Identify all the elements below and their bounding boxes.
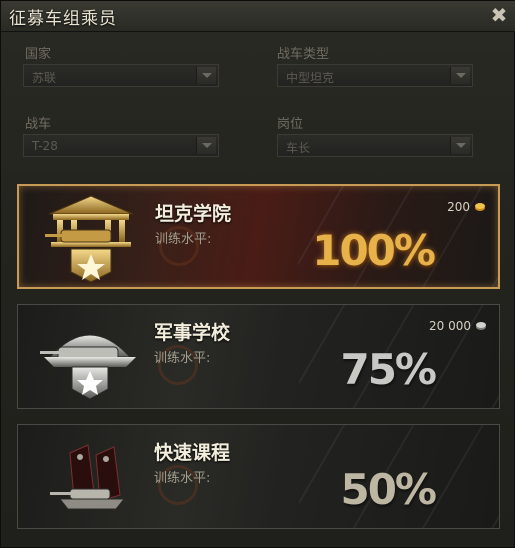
nation-select[interactable]: 苏联 — [23, 64, 219, 87]
training-level-label: 训练水平: — [154, 471, 211, 486]
training-percent: 75% — [340, 345, 437, 394]
gold-coin-icon — [475, 203, 485, 211]
price-value: 20 000 — [429, 319, 471, 333]
price-value: 200 — [447, 200, 470, 214]
vehicle-value: T-28 — [32, 139, 58, 153]
training-level-label: 训练水平: — [155, 232, 212, 247]
nation-label: 国家 — [25, 47, 52, 62]
option-quick-course[interactable]: 快速课程 训练水平: 50% — [17, 424, 500, 529]
training-percent: 50% — [340, 465, 437, 514]
academy-icon — [41, 194, 141, 283]
close-icon[interactable]: ✖ — [488, 4, 510, 26]
option-tank-academy[interactable]: 坦克学院 训练水平: 200 100% — [17, 184, 500, 289]
tank-type-label: 战车类型 — [277, 47, 330, 62]
role-select[interactable]: 车长 — [277, 134, 473, 157]
training-level-label: 训练水平: — [154, 351, 211, 366]
silver-coin-icon — [476, 322, 486, 330]
chevron-down-icon — [196, 137, 216, 154]
role-value: 车长 — [286, 141, 311, 155]
chevron-down-icon — [450, 137, 470, 154]
option-title: 快速课程 — [154, 442, 231, 464]
chevron-down-icon — [196, 67, 216, 84]
military-school-icon — [40, 313, 140, 401]
option-title: 军事学校 — [154, 322, 231, 344]
chevron-down-icon — [450, 67, 470, 84]
titlebar[interactable]: 征募车组乘员 ✖ — [1, 1, 515, 32]
nation-value: 苏联 — [32, 71, 57, 85]
role-label: 岗位 — [277, 117, 304, 132]
option-title: 坦克学院 — [155, 203, 232, 225]
dialog-title: 征募车组乘员 — [9, 9, 117, 29]
tank-type-select[interactable]: 中型坦克 — [277, 64, 473, 87]
vehicle-select[interactable]: T-28 — [23, 134, 219, 157]
tank-type-value: 中型坦克 — [286, 71, 335, 85]
vehicle-label: 战车 — [25, 117, 52, 132]
option-military-school[interactable]: 军事学校 训练水平: 20 000 75% — [17, 304, 500, 409]
quick-course-icon — [40, 433, 140, 521]
training-percent: 100% — [312, 226, 436, 275]
recruit-crew-dialog: 征募车组乘员 ✖ 国家 苏联 战车类型 中型坦克 战车 T-28 岗位 车长 坦… — [0, 0, 515, 548]
